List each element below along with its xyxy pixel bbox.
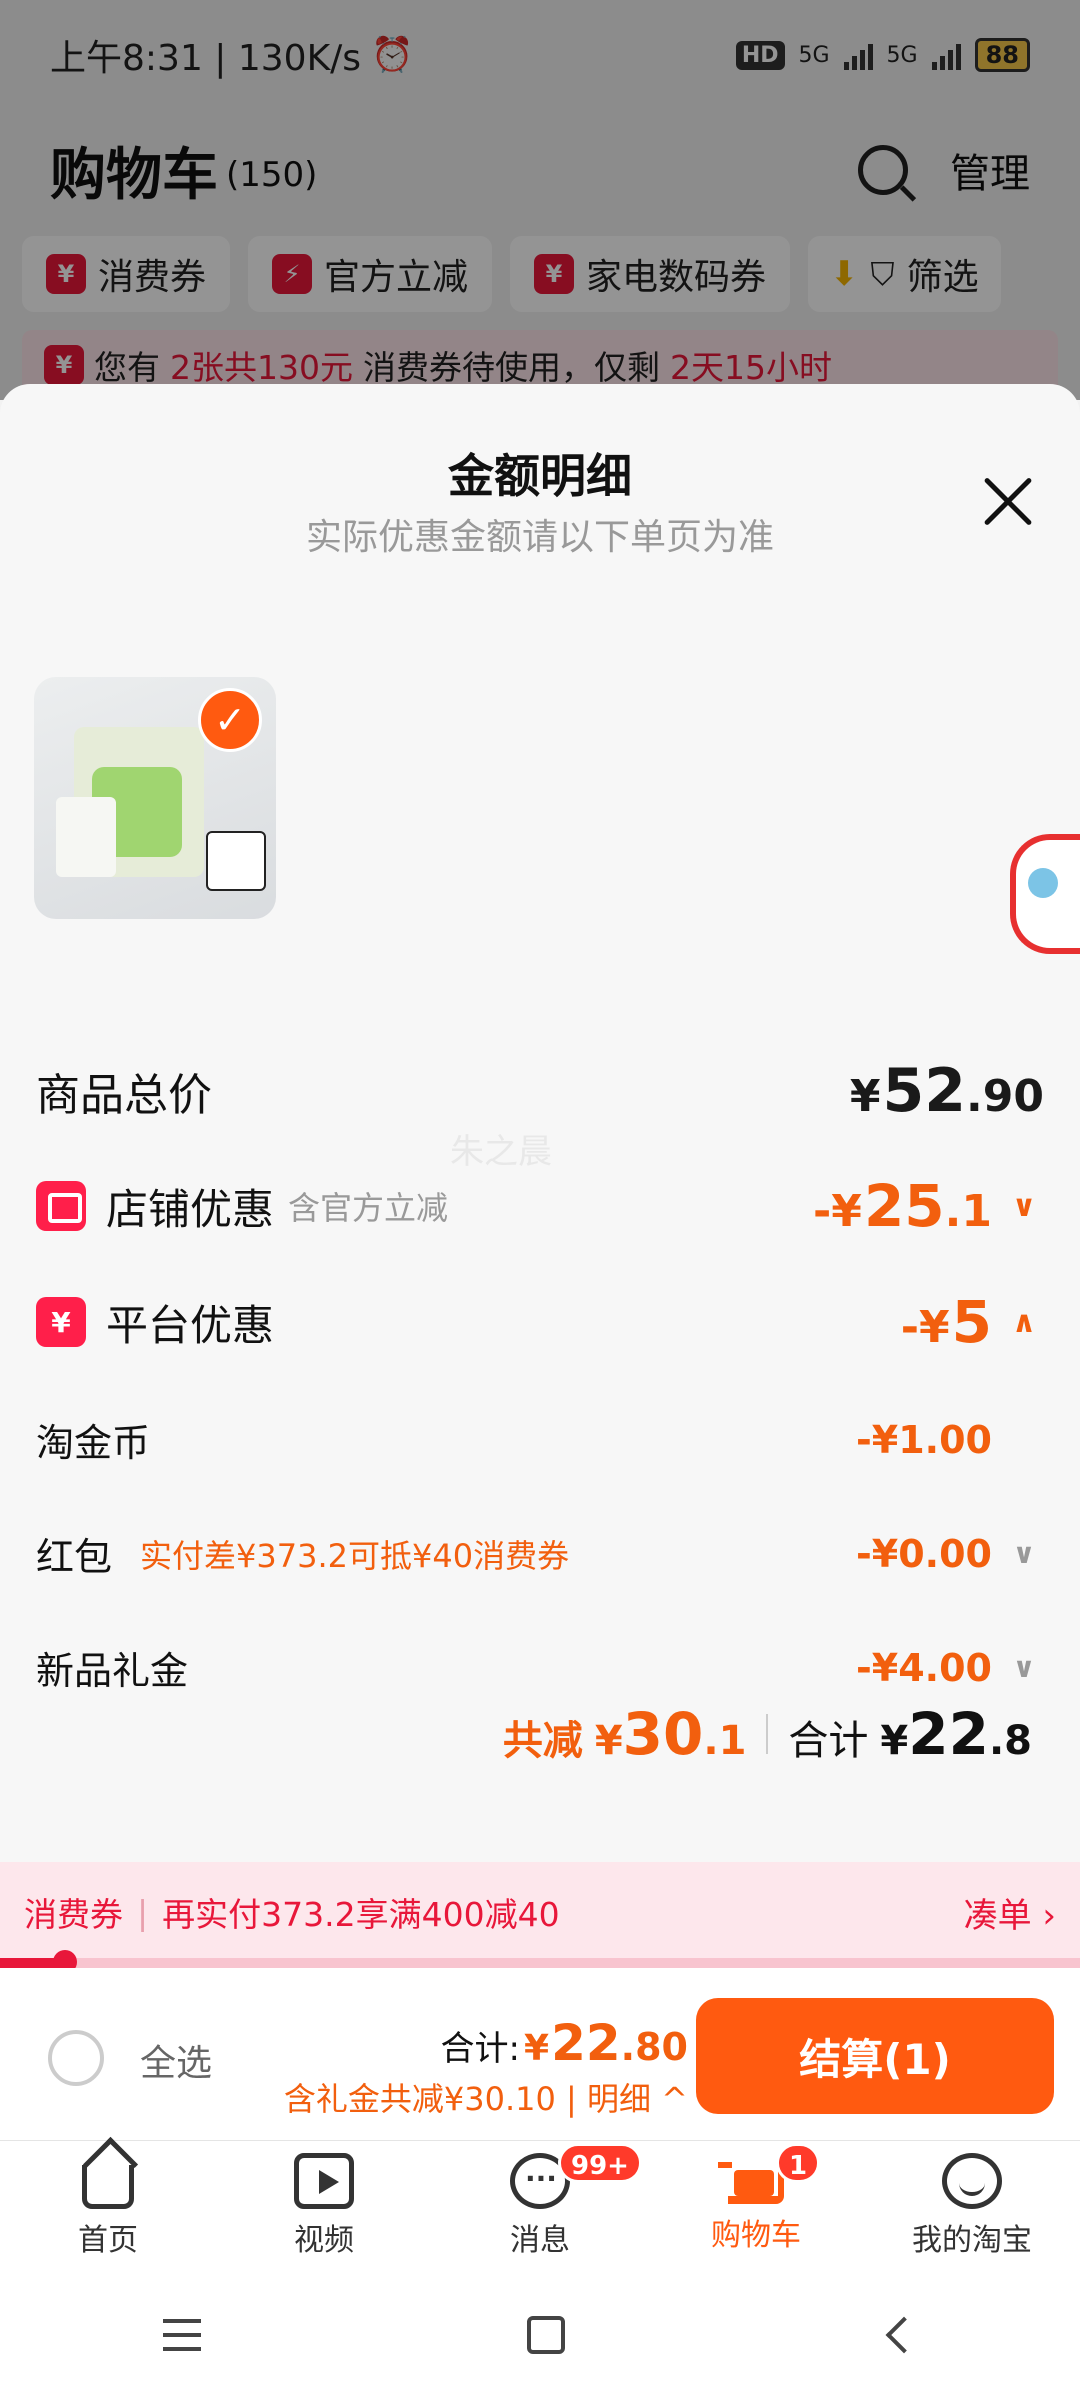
tab-my-taobao[interactable]: 我的淘宝	[864, 2141, 1080, 2270]
chevron-down-icon[interactable]: ∨	[1004, 1651, 1044, 1684]
tab-label: 购物车	[711, 2217, 801, 2253]
store-discount-amount: -¥ 25.1	[813, 1172, 992, 1240]
coupon-progress	[0, 1950, 1080, 1974]
amount-cents: .80	[620, 2025, 688, 2069]
home-icon	[82, 2164, 134, 2209]
profile-icon	[942, 2152, 1002, 2209]
total-amount: ¥22.80	[524, 2014, 688, 2072]
platform-coupon-icon: ¥	[36, 1297, 86, 1347]
row-platform-discount[interactable]: ¥ 平台优惠 -¥ 5 ∧	[36, 1288, 1044, 1356]
video-icon	[294, 2152, 354, 2209]
close-button[interactable]	[980, 474, 1036, 530]
system-navigation	[0, 2270, 1080, 2400]
checkout-button[interactable]: 结算(1)	[696, 1998, 1054, 2114]
tab-label: 首页	[78, 2222, 138, 2258]
add-items-link[interactable]: 凑单 ›	[964, 1888, 1056, 1937]
row-label: 商品总价	[36, 1070, 212, 1121]
tab-label: 视频	[294, 2222, 354, 2258]
modal-overlay[interactable]	[0, 0, 1080, 400]
total-price-amount: ¥52.90	[850, 1056, 1044, 1126]
saved-amount: ¥30.1	[595, 1700, 747, 1768]
coupon-progress-bar[interactable]: 消费券 | 再实付373.2享满400减40 凑单 ›	[0, 1862, 1080, 1962]
tab-video[interactable]: 视频	[216, 2141, 432, 2270]
currency: ¥	[849, 1071, 881, 1122]
amount-integer: 22	[551, 2014, 621, 2072]
red-packet-amount: -¥0.00	[856, 1531, 992, 1576]
gift-amount: -¥4.00	[856, 1645, 992, 1690]
checkout-total: 合计: ¥22.80 含礼金共减¥30.10 | 明细 ^	[284, 2014, 688, 2120]
row-label: 店铺优惠	[106, 1184, 275, 1234]
checkout-bar: 全选 合计: ¥22.80 含礼金共减¥30.10 | 明细 ^ 结算(1)	[0, 1968, 1080, 2140]
row-coins: 淘金币 -¥1.00	[36, 1412, 1044, 1467]
bottom-tab-bar: 首页 视频 消息 99+ 购物车 1 我的淘宝	[0, 2140, 1080, 2270]
row-store-discount[interactable]: 店铺优惠 含官方立减 -¥ 25.1 ∨	[36, 1172, 1044, 1240]
coins-amount: -¥1.00	[856, 1417, 992, 1462]
back-icon[interactable]	[885, 2316, 923, 2354]
product-image-tag	[206, 831, 266, 891]
watermark: 朱之晨	[450, 1132, 552, 1172]
total-label: 合计:	[440, 2029, 521, 2069]
home-button-icon[interactable]	[527, 2316, 565, 2354]
menu-icon[interactable]	[163, 2319, 201, 2351]
chevron-down-icon[interactable]: ∨	[1004, 1537, 1044, 1570]
row-total-price: 商品总价 ¥52.90	[36, 1056, 1044, 1126]
chevron-up-icon[interactable]: ∧	[1004, 1305, 1044, 1340]
amount-cents: .1	[703, 1718, 747, 1764]
amount-integer: 5	[951, 1288, 992, 1356]
amount-integer: 30	[622, 1700, 704, 1768]
saved-label: 共减	[502, 1718, 583, 1764]
amount-cents: .90	[966, 1071, 1044, 1122]
tab-label: 消息	[510, 2222, 570, 2258]
amount-integer: 22	[908, 1700, 989, 1768]
amount-integer: 25	[863, 1172, 945, 1240]
tab-messages[interactable]: 消息 99+	[432, 2141, 648, 2270]
divider	[766, 1714, 769, 1754]
store-icon	[36, 1181, 86, 1231]
checkout-total-line: 合计: ¥22.80	[284, 2014, 688, 2072]
product-image-box	[56, 797, 116, 877]
tab-home[interactable]: 首页	[0, 2141, 216, 2270]
sum-label: 合计	[788, 1718, 869, 1764]
tab-label: 我的淘宝	[912, 2222, 1032, 2258]
row-label: 平台优惠	[106, 1300, 275, 1350]
row-label: 淘金币	[36, 1421, 151, 1465]
amount-cents: .1	[944, 1186, 992, 1237]
row-note: 实付差¥373.2可抵¥40消费券	[140, 1536, 570, 1575]
platform-discount-amount: -¥ 5	[901, 1288, 992, 1356]
cart-badge: 1	[776, 2143, 820, 2183]
sheet-title: 金额明细	[448, 449, 632, 503]
currency: -¥	[900, 1302, 950, 1353]
row-label: 新品礼金	[36, 1649, 189, 1693]
currency: -¥	[813, 1186, 862, 1237]
detail-toggle[interactable]: 含礼金共减¥30.10 | 明细 ^	[284, 2074, 688, 2120]
chevron-down-icon[interactable]: ∨	[1004, 1189, 1044, 1224]
row-note: 含官方立减	[288, 1189, 449, 1227]
coupon-description: 再实付373.2享满400减40	[162, 1895, 560, 1934]
amount-integer: 52	[882, 1056, 967, 1126]
currency: ¥	[594, 1718, 623, 1764]
row-red-packet[interactable]: 红包 实付差¥373.2可抵¥40消费券 -¥0.00 ∨	[36, 1526, 1044, 1581]
sum-amount: ¥22.8	[880, 1700, 1032, 1768]
select-all-radio[interactable]	[48, 2030, 104, 2086]
coupon-tag: 消费券	[24, 1895, 123, 1934]
currency: ¥	[880, 1718, 909, 1764]
tab-cart[interactable]: 购物车 1	[648, 2141, 864, 2270]
check-icon: ✓	[198, 688, 262, 752]
mascot-floating-icon[interactable]	[1010, 834, 1080, 954]
message-badge: 99+	[558, 2143, 642, 2183]
row-label: 红包	[36, 1535, 113, 1579]
amount-cents: .8	[988, 1718, 1032, 1764]
total-summary: 共减 ¥30.1 合计 ¥22.8	[503, 1700, 1032, 1768]
row-new-gift[interactable]: 新品礼金 -¥4.00 ∨	[36, 1640, 1044, 1695]
currency: ¥	[524, 2028, 550, 2069]
select-all-label[interactable]: 全选	[140, 2034, 212, 2086]
sheet-subtitle: 实际优惠金额请以下单页为准	[305, 517, 774, 558]
separator: |	[137, 1892, 149, 1932]
